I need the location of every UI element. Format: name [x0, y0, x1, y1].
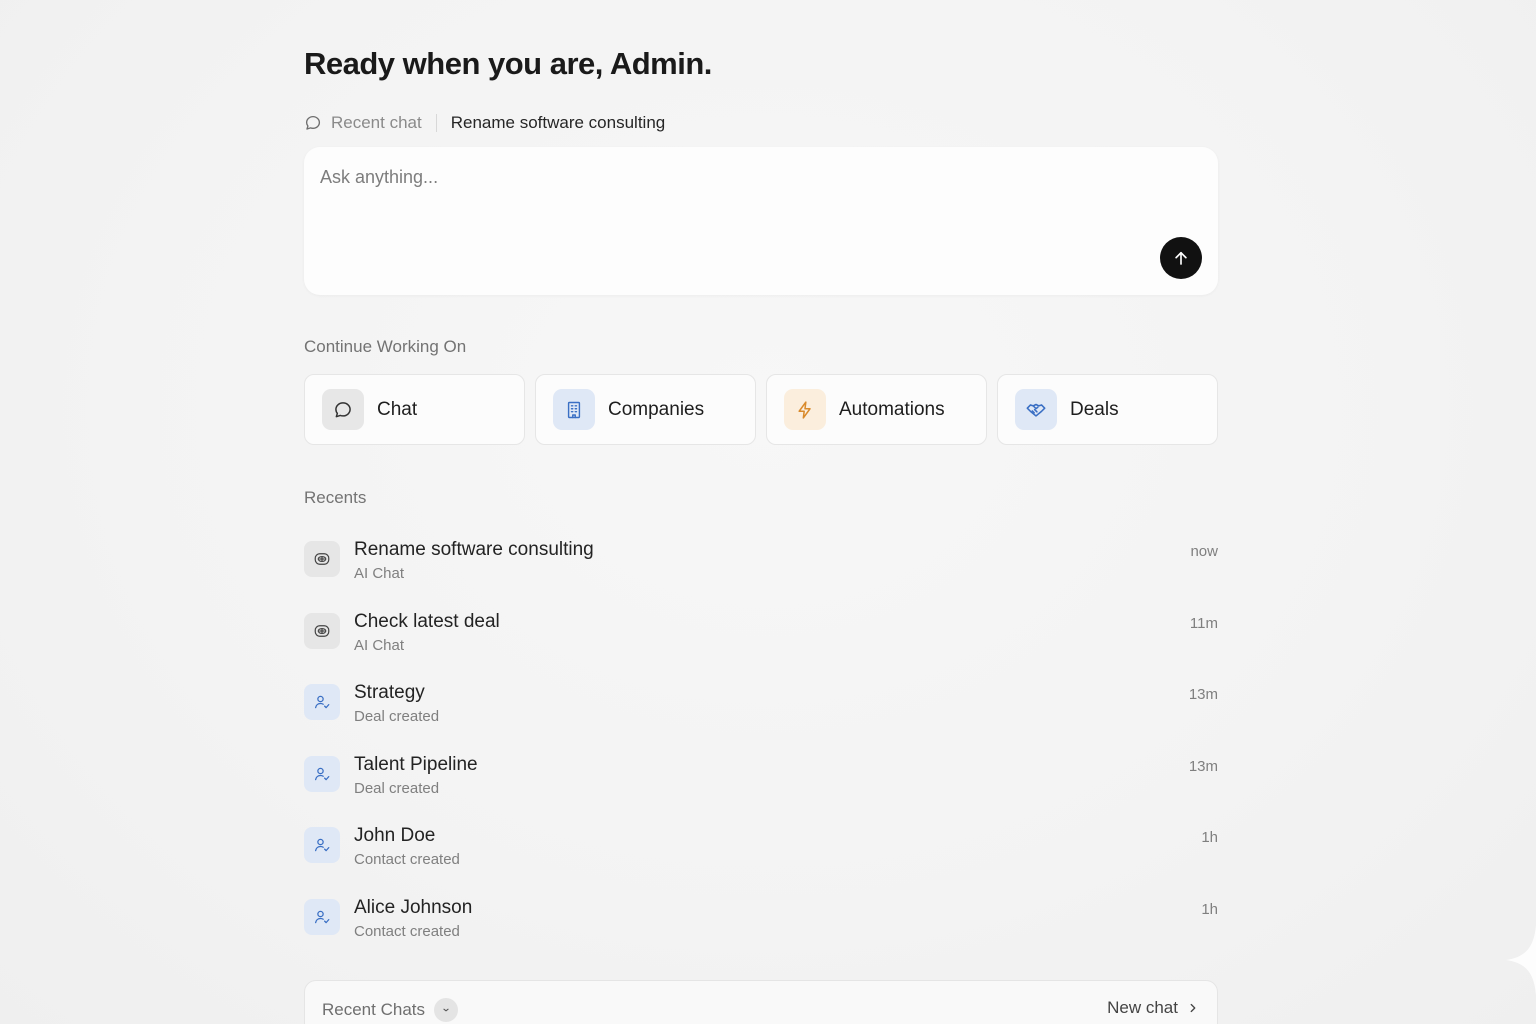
list-item-title: Check latest deal: [354, 610, 500, 632]
list-item-title: Rename software consulting: [354, 539, 594, 560]
card-label: Companies: [608, 398, 705, 420]
divider: [435, 114, 437, 132]
recents-title: Recents: [304, 488, 367, 507]
recent-chats-title: Recent Chats: [322, 1000, 425, 1019]
user-add-icon: [304, 898, 340, 935]
list-item-time: 13m: [1188, 686, 1218, 703]
card-chat[interactable]: Chat: [304, 374, 525, 445]
recent-chats-toggle[interactable]: [434, 998, 458, 1022]
list-item-subtitle: AI Chat: [354, 565, 405, 582]
page-title: Ready when you are, Admin.: [304, 46, 712, 81]
list-item-title: Alice Johnson: [354, 896, 473, 918]
card-label: Automations: [839, 398, 945, 420]
list-item[interactable]: Strategy Deal created 13m: [304, 680, 1218, 752]
building-icon: [553, 389, 595, 430]
recents-list: Rename software consulting AI Chat now C…: [304, 537, 1218, 966]
card-automations[interactable]: Automations: [766, 374, 987, 445]
list-item-time: 1h: [1201, 900, 1218, 918]
recent-chat-label: Recent chat: [331, 113, 422, 132]
continue-working-cards: Chat Companies Automations Deals: [304, 374, 1218, 445]
list-item-subtitle: Contact created: [354, 851, 460, 868]
list-item[interactable]: Rename software consulting AI Chat now: [304, 537, 1218, 609]
send-button[interactable]: [1160, 237, 1202, 279]
recent-chat-row: Recent chat Rename software consulting: [304, 111, 665, 135]
list-item-subtitle: Deal created: [354, 708, 440, 725]
recent-chats-header: Recent Chats: [322, 998, 458, 1022]
list-item-title: Strategy: [354, 682, 425, 703]
ask-input[interactable]: [320, 163, 1140, 191]
card-deals[interactable]: Deals: [997, 374, 1218, 445]
recent-chat-link[interactable]: Rename software consulting: [451, 113, 666, 133]
list-item-time: 11m: [1189, 614, 1218, 632]
ask-box: [304, 147, 1218, 295]
list-item-time: 13m: [1188, 757, 1218, 775]
handshake-icon: [1015, 389, 1057, 430]
card-label: Deals: [1070, 398, 1119, 420]
ai-chat-icon: [304, 541, 340, 577]
list-item-subtitle: AI Chat: [354, 636, 405, 654]
arrow-up-icon: [1172, 249, 1190, 267]
list-item[interactable]: John Doe Contact created 1h: [304, 823, 1218, 895]
list-item-time: 1h: [1201, 829, 1218, 846]
continue-working-title: Continue Working On: [304, 337, 467, 356]
page: Ready when you are, Admin. Recent chat R…: [0, 0, 1536, 1024]
chat-bubble-icon: [304, 114, 322, 132]
chat-bubble-icon: [322, 389, 364, 430]
list-item[interactable]: Talent Pipeline Deal created 13m: [304, 752, 1218, 824]
chevron-right-icon: [1186, 1001, 1200, 1015]
list-item-time: now: [1190, 543, 1218, 560]
list-item-title: Talent Pipeline: [354, 753, 478, 775]
list-item-subtitle: Deal created: [354, 779, 440, 797]
list-item[interactable]: Check latest deal AI Chat 11m: [304, 609, 1218, 681]
new-chat-button[interactable]: New chat: [1107, 998, 1200, 1018]
user-add-icon: [304, 755, 340, 792]
ai-chat-icon: [304, 612, 340, 649]
list-item[interactable]: Alice Johnson Contact created 1h: [304, 895, 1218, 967]
list-item-title: John Doe: [354, 825, 436, 846]
card-label: Chat: [377, 398, 418, 420]
user-add-icon: [304, 827, 340, 863]
chevron-down-icon: [441, 1005, 451, 1015]
list-item-subtitle: Contact created: [354, 922, 460, 940]
card-companies[interactable]: Companies: [535, 374, 756, 445]
new-chat-label: New chat: [1107, 998, 1178, 1017]
user-add-icon: [304, 684, 340, 720]
lightning-icon: [784, 389, 826, 430]
sparkle-icon: [1506, 925, 1536, 995]
recent-chats-panel: Recent Chats New chat: [304, 980, 1218, 1024]
